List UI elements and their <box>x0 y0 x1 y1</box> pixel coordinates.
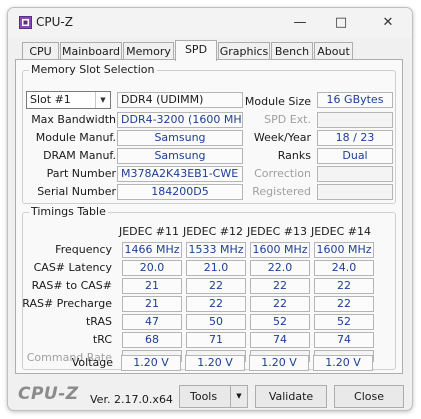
tab-bench[interactable]: Bench <box>271 42 313 60</box>
timing-cell: 68 <box>122 332 182 348</box>
timing-cell: 74 <box>250 332 310 348</box>
cpuz-logo: CPU-Z <box>18 384 79 404</box>
timing-cell: 47 <box>122 314 182 330</box>
registered-label: Registered <box>252 185 311 198</box>
serial-number-label: Serial Number <box>37 185 116 198</box>
chevron-down-icon[interactable]: ▼ <box>230 386 247 407</box>
timing-cell: 71 <box>186 332 246 348</box>
part-number-label: Part Number <box>46 167 116 180</box>
dram-manuf-label: DRAM Manuf. <box>43 149 116 162</box>
timing-cell: 24.0 <box>314 260 374 276</box>
tab-graphics[interactable]: Graphics <box>218 42 270 60</box>
timings-column-header: JEDEC #11 <box>118 225 179 238</box>
max-bandwidth-value: DDR4-3200 (1600 MHz) <box>117 112 243 128</box>
timing-cell: 52 <box>314 314 374 330</box>
spd-ext-value <box>317 112 393 128</box>
minimize-icon[interactable]: — <box>286 12 314 34</box>
timings-column-header: JEDEC #12 <box>182 225 243 238</box>
part-number-value: M378A2K43EB1-CWE <box>117 166 243 182</box>
timing-cell: 22 <box>186 278 246 294</box>
timing-cell: 1.20 V <box>313 355 373 371</box>
correction-value <box>317 166 393 182</box>
timing-row-label: Voltage <box>71 356 113 369</box>
slot-select-value: Slot #1 <box>30 93 71 106</box>
timing-cell: 1600 MHz <box>250 242 310 258</box>
timing-cell: 20.0 <box>122 260 182 276</box>
timing-cell: 21.0 <box>186 260 246 276</box>
module-size-value: 16 GBytes <box>317 92 393 108</box>
maximize-icon[interactable]: □ <box>327 12 355 34</box>
timing-row-label: RAS# to CAS# <box>31 279 112 292</box>
week-year-value: 18 / 23 <box>317 130 393 146</box>
tools-button-label: Tools <box>190 390 218 403</box>
correction-label: Correction <box>254 167 311 180</box>
voltage-row: Voltage 1.20 V 1.20 V 1.20 V 1.20 V <box>22 355 396 373</box>
chevron-down-icon[interactable]: ▼ <box>95 92 110 108</box>
timing-cell: 1533 MHz <box>186 242 246 258</box>
validate-button[interactable]: Validate <box>255 385 327 408</box>
tab-cpu[interactable]: CPU <box>22 42 59 60</box>
timing-cell: 1.20 V <box>185 355 245 371</box>
max-bandwidth-label: Max Bandwidth <box>31 113 116 126</box>
timing-cell: 22 <box>314 296 374 312</box>
close-button[interactable]: Close <box>334 385 404 408</box>
tab-about[interactable]: About <box>314 42 353 60</box>
timing-cell: 1.20 V <box>249 355 309 371</box>
registered-value <box>317 184 393 200</box>
memory-type-value: DDR4 (UDIMM) <box>117 92 243 108</box>
timings-table-group-title: Timings Table <box>29 205 108 218</box>
timing-row-label: RAS# Precharge <box>22 297 112 310</box>
module-manuf-value: Samsung <box>117 130 243 146</box>
close-window-icon[interactable]: ✕ <box>374 12 402 34</box>
window-title: CPU-Z <box>36 15 73 29</box>
dram-manuf-value: Samsung <box>117 148 243 164</box>
tools-button[interactable]: Tools ▼ <box>179 385 248 408</box>
spd-panel: Memory Slot Selection Slot #1 ▼ DDR4 (UD… <box>15 59 403 374</box>
spd-ext-label: SPD Ext. <box>264 113 311 126</box>
tab-mainboard[interactable]: Mainboard <box>60 42 122 60</box>
timing-cell: 52 <box>250 314 310 330</box>
tab-memory[interactable]: Memory <box>123 42 174 60</box>
serial-number-value: 184200D5 <box>117 184 243 200</box>
timing-cell: 1.20 V <box>121 355 181 371</box>
memory-slot-group: Memory Slot Selection Slot #1 ▼ DDR4 (UD… <box>22 63 396 204</box>
module-manuf-label: Module Manuf. <box>35 131 116 144</box>
tab-spd[interactable]: SPD <box>175 40 217 61</box>
cpuz-window: CPU-Z — □ ✕ CPU Mainboard Memory SPD Gra… <box>7 7 413 411</box>
timing-cell: 22 <box>250 278 310 294</box>
version-text: Ver. 2.17.0.x64 <box>90 393 173 406</box>
timing-row-label: CAS# Latency <box>33 261 112 274</box>
timing-cell: 22 <box>314 278 374 294</box>
timing-cell: 1600 MHz <box>314 242 374 258</box>
timing-cell: 22.0 <box>250 260 310 276</box>
timings-table-group: Timings Table JEDEC #11 JEDEC #12 JEDEC … <box>22 205 396 370</box>
week-year-label: Week/Year <box>253 131 311 144</box>
slot-select[interactable]: Slot #1 ▼ <box>26 91 111 109</box>
timing-cell: 21 <box>122 296 182 312</box>
timing-row-label: tRC <box>92 333 112 346</box>
timing-cell: 50 <box>186 314 246 330</box>
timing-cell: 1466 MHz <box>122 242 182 258</box>
timing-cell: 74 <box>314 332 374 348</box>
timing-cell: 22 <box>186 296 246 312</box>
ranks-value: Dual <box>317 148 393 164</box>
timings-column-header: JEDEC #14 <box>310 225 371 238</box>
timing-cell: 21 <box>122 278 182 294</box>
timing-row-label: Frequency <box>55 243 112 256</box>
memory-slot-group-title: Memory Slot Selection <box>29 63 157 76</box>
module-size-label: Module Size <box>244 95 311 108</box>
timing-cell: 22 <box>250 296 310 312</box>
timings-column-header: JEDEC #13 <box>246 225 307 238</box>
cpuz-app-icon <box>19 16 32 29</box>
ranks-label: Ranks <box>277 149 311 162</box>
timing-row-label: tRAS <box>85 315 112 328</box>
title-bar: CPU-Z — □ ✕ <box>8 8 412 38</box>
